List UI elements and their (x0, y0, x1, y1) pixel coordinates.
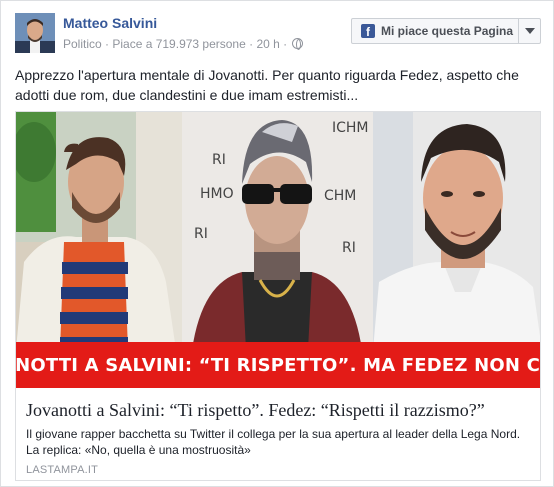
svg-text:HMO: HMO (200, 186, 234, 202)
photo-salvini (373, 112, 540, 350)
svg-text:RI: RI (212, 152, 226, 168)
post-text: Apprezzo l'apertura mentale di Jovanotti… (15, 67, 519, 103)
svg-text:RI: RI (342, 240, 356, 256)
like-page-main[interactable]: f Mi piace questa Pagina (352, 19, 518, 43)
avatar[interactable] (15, 13, 55, 53)
banner-text: JOVANOTTI A SALVINI: “TI RISPETTO”. MA F… (16, 354, 541, 376)
link-domain: LASTAMPA.IT (26, 464, 99, 476)
like-page-button[interactable]: f Mi piace questa Pagina (351, 18, 541, 44)
like-options-dropdown[interactable] (518, 19, 540, 43)
svg-text:CHM: CHM (324, 188, 356, 204)
link-title[interactable]: Jovanotti a Salvini: “Ti rispetto”. Fede… (26, 399, 532, 421)
photo-fedez: ICHM RI HMO CHM RI RI (182, 112, 373, 350)
link-description: Il giovane rapper bacchetta su Twitter i… (26, 427, 521, 457)
globe-icon (292, 38, 304, 50)
link-preview-image[interactable]: ICHM RI HMO CHM RI RI NOTTI A SALVINI: “… (16, 112, 541, 388)
svg-text:RI: RI (194, 226, 208, 242)
link-preview-card[interactable]: ICHM RI HMO CHM RI RI NOTTI A SALVINI: “… (15, 111, 541, 481)
headline-banner: JOVANOTTI A SALVINI: “TI RISPETTO”. MA F… (16, 342, 541, 388)
post-meta-text: Politico · Piace a 719.973 persone · 20 … (63, 37, 288, 51)
author-name[interactable]: Matteo Salvini (63, 15, 157, 31)
post-meta: Politico · Piace a 719.973 persone · 20 … (63, 37, 304, 51)
chevron-down-icon (524, 28, 535, 34)
photo-jovanotti (16, 112, 182, 350)
like-page-label: Mi piace questa Pagina (381, 24, 514, 38)
svg-text:ICHM: ICHM (332, 120, 369, 136)
facebook-post: Matteo Salvini Politico · Piace a 719.97… (0, 0, 554, 487)
facebook-icon: f (361, 24, 375, 38)
